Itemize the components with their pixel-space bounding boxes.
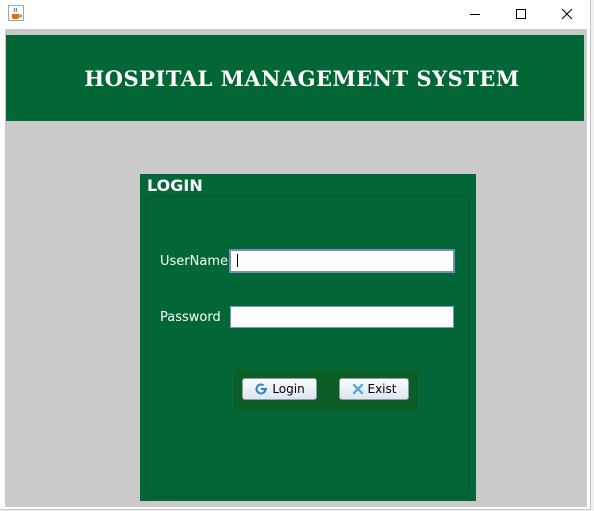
exit-button[interactable]: Exist <box>339 378 409 400</box>
password-label: Password <box>160 310 221 325</box>
title-bar[interactable] <box>0 0 590 28</box>
app-title: HOSPITAL MANAGEMENT SYSTEM <box>84 65 520 91</box>
java-cup-icon <box>8 5 24 21</box>
username-label: UserName <box>160 254 228 269</box>
minimize-button[interactable] <box>452 0 498 28</box>
minimize-icon <box>470 14 480 15</box>
content-pane: HOSPITAL MANAGEMENT SYSTEM LOGIN UserNam… <box>5 29 587 507</box>
refresh-arrow-icon <box>255 383 268 395</box>
close-button[interactable] <box>544 0 590 28</box>
maximize-icon <box>516 9 526 19</box>
login-title: LOGIN <box>147 176 203 195</box>
login-border <box>145 196 470 498</box>
maximize-button[interactable] <box>498 0 544 28</box>
text-caret <box>237 254 238 267</box>
button-bar: Login Exist <box>234 370 418 410</box>
exit-button-label: Exist <box>367 382 397 396</box>
close-icon <box>561 8 573 20</box>
login-panel: LOGIN UserName Password Login Exist <box>140 174 476 501</box>
password-field[interactable] <box>230 306 454 328</box>
login-button[interactable]: Login <box>242 378 317 400</box>
login-button-label: Login <box>272 382 305 396</box>
x-icon <box>352 383 363 395</box>
username-field[interactable] <box>229 249 455 273</box>
header-banner: HOSPITAL MANAGEMENT SYSTEM <box>6 35 584 121</box>
app-window: HOSPITAL MANAGEMENT SYSTEM LOGIN UserNam… <box>0 0 591 510</box>
